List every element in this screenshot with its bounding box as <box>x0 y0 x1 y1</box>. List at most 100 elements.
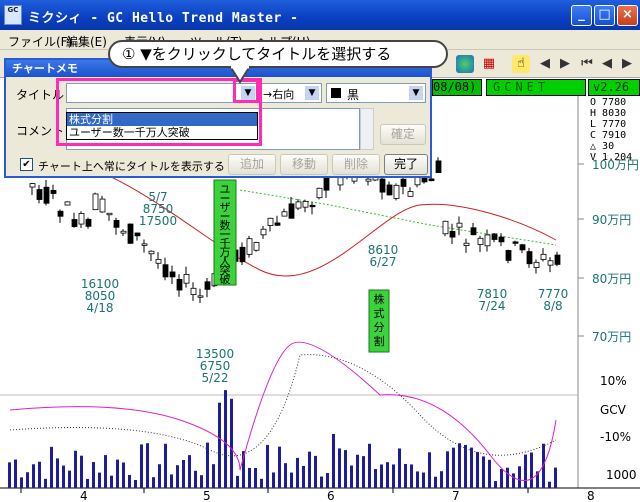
done-button[interactable]: 完了 <box>384 154 428 175</box>
chart-icon[interactable]: ▦ <box>480 55 498 73</box>
always-show-checkbox[interactable]: ✔ <box>20 158 33 171</box>
chevron-down-icon[interactable]: ▼ <box>408 85 424 101</box>
close-icon[interactable]: × <box>617 5 638 26</box>
prev-icon[interactable]: ◀ <box>598 55 616 73</box>
volume-bar <box>266 444 269 488</box>
volume-bar <box>482 456 485 488</box>
candle-body <box>134 232 141 237</box>
candle-body <box>155 258 162 264</box>
volume-bar <box>452 447 455 488</box>
volume-bar <box>398 448 401 488</box>
indicator-tick-label: GCV <box>600 403 627 417</box>
candle-body <box>239 246 246 263</box>
candle-body <box>449 230 456 238</box>
volume-bar <box>92 462 95 488</box>
info-date: 08/08) <box>432 79 482 96</box>
volume-bar <box>44 478 47 488</box>
maximize-icon[interactable]: □ <box>594 5 615 26</box>
volume-bar <box>80 455 83 488</box>
volume-bar <box>500 469 503 488</box>
globe-icon[interactable] <box>456 55 474 73</box>
volume-bar <box>290 472 293 488</box>
candle-body <box>197 295 204 298</box>
volume-bar <box>314 455 317 488</box>
y-tick-label: 80万円 <box>592 272 631 286</box>
candle-body <box>463 242 470 246</box>
candle-body <box>554 254 561 265</box>
volume-bar <box>104 455 107 488</box>
volume-bar <box>326 473 329 488</box>
candle-body <box>267 217 274 226</box>
volume-bar <box>512 473 515 488</box>
move-button[interactable]: 移動 <box>280 154 328 175</box>
candle-body <box>99 198 106 213</box>
candle-body <box>435 160 442 173</box>
volume-bar <box>374 469 377 488</box>
volume-bar <box>26 472 29 488</box>
first-icon[interactable]: ⏮ <box>578 55 596 73</box>
candle-body <box>50 189 57 194</box>
menu-file[interactable]: ファイル(F) <box>8 33 72 50</box>
volume-bar <box>62 465 65 488</box>
volume-bar <box>338 448 341 488</box>
volume-bar <box>302 465 305 488</box>
comment-scrollbar[interactable] <box>360 108 374 150</box>
candle-body <box>512 241 519 244</box>
candle-body <box>386 184 393 196</box>
volume-bar <box>176 465 179 488</box>
color-combo[interactable]: 黒 ▼ <box>326 83 426 103</box>
volume-bar <box>380 464 383 488</box>
volume-bar <box>350 465 353 488</box>
candle-body <box>169 271 176 278</box>
volume-bar <box>356 454 359 488</box>
volume-bar <box>476 452 479 488</box>
volume-bar <box>14 459 17 488</box>
candle-body <box>365 178 372 182</box>
direction-combo[interactable]: →右向 ▼ <box>260 83 322 103</box>
candle-body <box>246 238 253 255</box>
chevron-down-icon[interactable]: ▼ <box>304 85 320 101</box>
candle-body <box>183 274 190 284</box>
candle-body <box>337 177 344 186</box>
volume-bar <box>524 454 527 488</box>
candle-body <box>379 178 386 193</box>
delete-button[interactable]: 削除 <box>332 154 380 175</box>
pointer-icon[interactable]: ☝ <box>512 55 530 73</box>
volume-bar <box>164 443 167 488</box>
confirm-button[interactable]: 確定 <box>380 124 426 145</box>
volume-bar <box>158 464 161 488</box>
volume-bar <box>368 443 371 488</box>
app-icon[interactable]: GC <box>4 5 22 25</box>
candle-body <box>113 220 120 228</box>
volume-bar <box>518 466 521 488</box>
volume-bar <box>428 452 431 488</box>
minimize-icon[interactable]: _ <box>571 5 592 26</box>
candle-body <box>316 187 323 199</box>
hint-pointer <box>228 66 252 84</box>
candle-body <box>288 203 295 219</box>
next-icon[interactable]: ▶ <box>618 55 636 73</box>
ohlc-change: △ 30 <box>590 141 615 152</box>
candle-body <box>491 233 498 240</box>
volume-bar <box>308 451 311 488</box>
volume-bar <box>212 464 215 488</box>
x-tick-label: 6 <box>327 489 335 502</box>
volume-bar <box>230 398 233 488</box>
candle-body <box>78 213 85 225</box>
ohlc-low: L 7770 <box>590 119 627 130</box>
forward-icon[interactable]: ▶ <box>556 55 574 73</box>
candle-body <box>274 222 281 226</box>
candle-body <box>148 250 155 255</box>
memo-flag-char: 破 <box>220 272 231 286</box>
volume-bar <box>344 450 347 488</box>
candle-body <box>43 186 50 204</box>
menu-edit[interactable]: 編集(E) <box>66 33 107 50</box>
volume-bar <box>272 472 275 488</box>
candle-body <box>414 177 421 186</box>
ohlc-open: O 7780 <box>590 97 627 108</box>
back-icon[interactable]: ◀ <box>536 55 554 73</box>
add-button[interactable]: 追加 <box>228 154 276 175</box>
volume-bar <box>446 451 449 488</box>
memo-flag-char: 分 <box>374 321 385 334</box>
price-annotation: 17500 <box>139 214 177 228</box>
